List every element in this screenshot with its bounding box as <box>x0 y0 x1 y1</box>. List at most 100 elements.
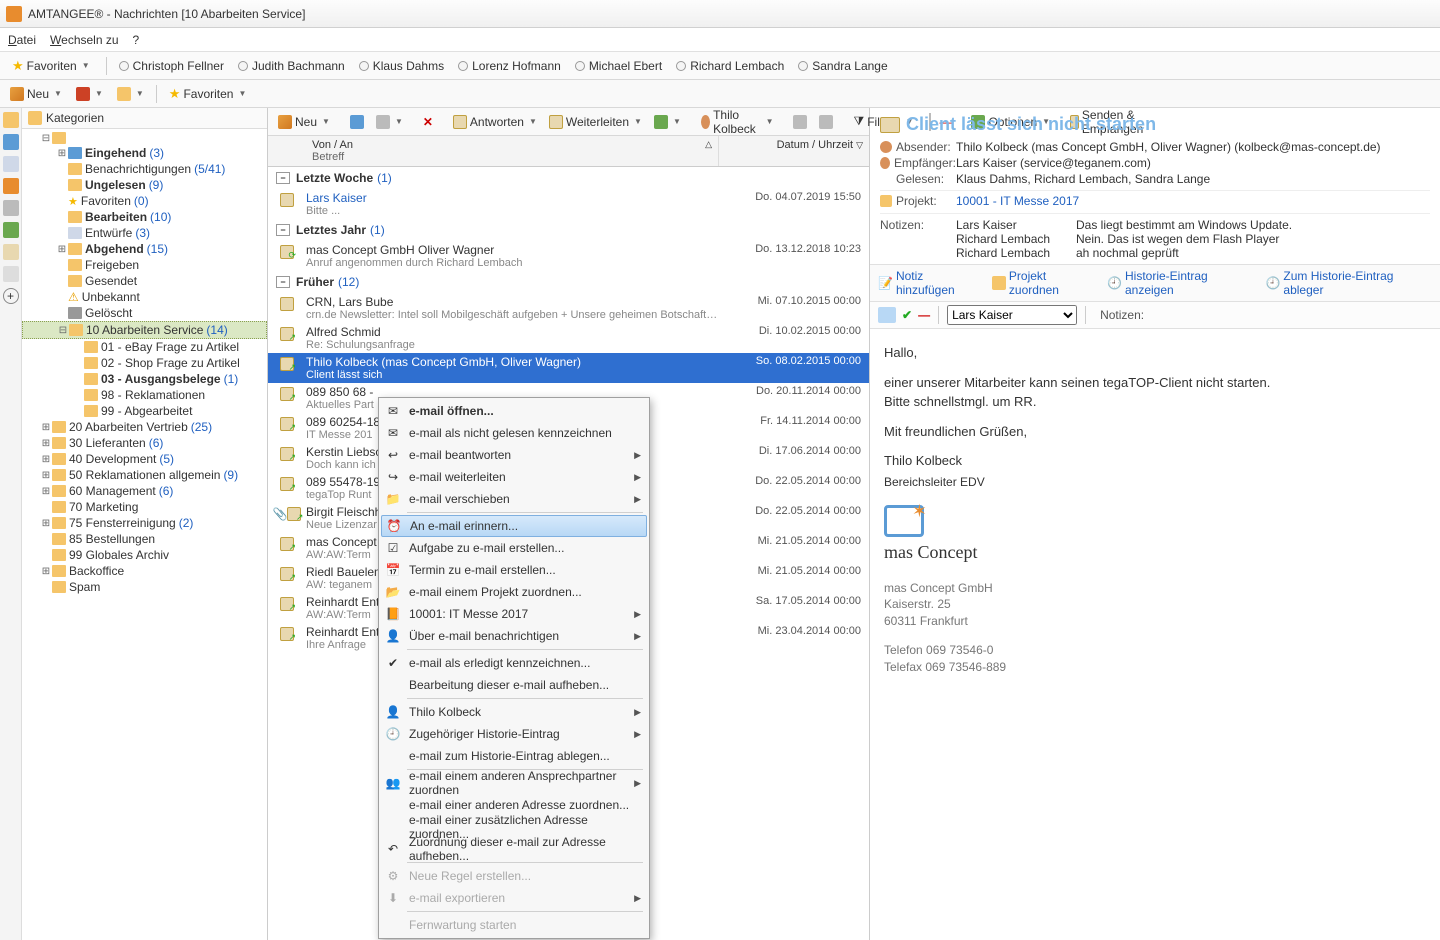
message-row[interactable]: CRN, Lars Bubecrn.de Newsletter: Intel s… <box>268 293 869 323</box>
rail-icon[interactable] <box>3 156 19 172</box>
message-row[interactable]: ↗Thilo Kolbeck (mas Concept GmbH, Oliver… <box>268 353 869 383</box>
favorite-person[interactable]: Christoph Fellner <box>119 59 224 73</box>
tree-node[interactable]: ⊞60 Management (6) <box>22 483 267 499</box>
tree-node[interactable]: ★Favoriten (0) <box>22 193 267 209</box>
tb-icon[interactable]: ▼ <box>372 113 407 131</box>
context-menu-item[interactable]: ✉e-mail öffnen... <box>381 400 647 422</box>
context-menu-item[interactable]: 🕘Zugehöriger Historie-Eintrag▶ <box>381 723 647 745</box>
projekt-zuordnen[interactable]: Projekt zuordnen <box>992 269 1097 297</box>
context-menu-item[interactable]: 👤Thilo Kolbeck▶ <box>381 701 647 723</box>
tb-btn-b[interactable]: ▼ <box>113 85 148 103</box>
list-group-header[interactable]: −Früher (12) <box>268 271 869 293</box>
context-menu-item[interactable]: 👥e-mail einem anderen Ansprechpartner zu… <box>381 772 647 794</box>
historie-ablegen[interactable]: 🕘Zum Historie-Eintrag ableger <box>1265 269 1432 297</box>
tree-node[interactable]: ⊞50 Reklamationen allgemein (9) <box>22 467 267 483</box>
rail-icon[interactable] <box>3 200 19 216</box>
tree-node[interactable]: ⊞Abgehend(15) <box>22 241 267 257</box>
tree-node[interactable]: ⊟10 Abarbeiten Service (14) <box>22 321 267 339</box>
tree-node[interactable]: 98 - Reklamationen <box>22 387 267 403</box>
assign-user-select[interactable]: Lars Kaiser <box>947 305 1077 325</box>
chip-icon[interactable] <box>878 307 896 323</box>
check-icon[interactable]: ✔ <box>902 308 912 322</box>
tree-node[interactable]: ⊞40 Development (5) <box>22 451 267 467</box>
tb-icon[interactable]: ▼ <box>650 113 685 131</box>
antworten-button[interactable]: Antworten▼ <box>449 113 541 131</box>
tree-node[interactable]: ⊟ <box>22 131 267 145</box>
tree-node[interactable]: 85 Bestellungen <box>22 531 267 547</box>
project-link[interactable]: 10001 - IT Messe 2017 <box>956 194 1079 208</box>
tree-node[interactable]: ⊞20 Abarbeiten Vertrieb (25) <box>22 419 267 435</box>
tree-node[interactable]: Bearbeiten(10) <box>22 209 267 225</box>
rail-icon[interactable] <box>3 178 19 194</box>
context-menu-item[interactable]: 📂e-mail einem Projekt zuordnen... <box>381 581 647 603</box>
tree-node[interactable]: Gelöscht <box>22 305 267 321</box>
context-menu-item[interactable]: 📁e-mail verschieben▶ <box>381 488 647 510</box>
list-group-header[interactable]: −Letztes Jahr (1) <box>268 219 869 241</box>
context-menu-item[interactable]: ✉e-mail als nicht gelesen kennzeichnen <box>381 422 647 444</box>
favorite-person[interactable]: Michael Ebert <box>575 59 662 73</box>
tree-node[interactable]: Freigeben <box>22 257 267 273</box>
neu-button[interactable]: Neu▼ <box>6 85 66 103</box>
list-neu-button[interactable]: Neu▼ <box>274 113 334 131</box>
list-group-header[interactable]: −Letzte Woche (1) <box>268 167 869 189</box>
col-from[interactable]: Von / An△Betreff <box>306 136 719 166</box>
add-icon[interactable]: + <box>3 288 19 304</box>
tree-node[interactable]: 99 - Abgearbeitet <box>22 403 267 419</box>
favoriten2-button[interactable]: ★Favoriten▼ <box>165 84 251 104</box>
tree-node[interactable]: Benachrichtigungen (5/41) <box>22 161 267 177</box>
favorite-person[interactable]: Klaus Dahms <box>359 59 444 73</box>
tree-node[interactable]: ⊞75 Fensterreinigung (2) <box>22 515 267 531</box>
context-menu-item[interactable]: ↶Zuordnung dieser e-mail zur Adresse auf… <box>381 838 647 860</box>
context-menu-item[interactable]: 📙10001: IT Messe 2017▶ <box>381 603 647 625</box>
tree-node[interactable]: 03 - Ausgangsbelege(1) <box>22 371 267 387</box>
context-menu-item[interactable]: ☑Aufgabe zu e-mail erstellen... <box>381 537 647 559</box>
favoriten-button[interactable]: ★Favoriten▼ <box>8 56 94 76</box>
tree-node[interactable]: ⊞30 Lieferanten (6) <box>22 435 267 451</box>
delete-button[interactable]: ✕ <box>419 113 437 131</box>
favorite-person[interactable]: Richard Lembach <box>676 59 784 73</box>
favorite-person[interactable]: Lorenz Hofmann <box>458 59 561 73</box>
favorite-person[interactable]: Judith Bachmann <box>238 59 345 73</box>
rail-icon[interactable] <box>3 222 19 238</box>
tree-node[interactable]: 99 Globales Archiv <box>22 547 267 563</box>
tree-node[interactable]: Entwürfe (3) <box>22 225 267 241</box>
rail-icon[interactable] <box>3 134 19 150</box>
tb-icon[interactable] <box>346 113 368 131</box>
rail-icon[interactable] <box>3 266 19 282</box>
weiterleiten-button[interactable]: Weiterleiten▼ <box>545 113 646 131</box>
tb-btn-a[interactable]: ▼ <box>72 85 107 103</box>
tree-node[interactable]: Spam <box>22 579 267 595</box>
minus-icon[interactable]: — <box>918 308 930 322</box>
tree-node[interactable]: Gesendet <box>22 273 267 289</box>
menu-help[interactable]: ? <box>133 33 140 47</box>
tree-node[interactable]: ⚠Unbekannt <box>22 289 267 305</box>
tree-node[interactable]: Ungelesen(9) <box>22 177 267 193</box>
tree-node[interactable]: 01 - eBay Frage zu Artikel <box>22 339 267 355</box>
message-row[interactable]: ↗Alfred SchmidRe: SchulungsanfrageDi. 10… <box>268 323 869 353</box>
context-menu-item[interactable]: Bearbeitung dieser e-mail aufheben... <box>381 674 647 696</box>
tree-node[interactable]: ⊞Eingehend(3) <box>22 145 267 161</box>
notiz-hinzufuegen[interactable]: 📝Notiz hinzufügen <box>878 269 982 297</box>
favorite-person[interactable]: Sandra Lange <box>798 59 887 73</box>
message-row[interactable]: ⟳mas Concept GmbH Oliver WagnerAnruf ang… <box>268 241 869 271</box>
tree-node[interactable]: 02 - Shop Frage zu Artikel <box>22 355 267 371</box>
user-dropdown[interactable]: Thilo Kolbeck▼ <box>697 106 778 138</box>
rail-icon[interactable] <box>3 112 19 128</box>
context-menu-item[interactable]: 👤Über e-mail benachrichtigen▶ <box>381 625 647 647</box>
menu-wechseln[interactable]: Wechseln zu <box>50 33 118 47</box>
tb-icon[interactable] <box>789 113 811 131</box>
tree-node[interactable]: ⊞Backoffice <box>22 563 267 579</box>
print-button[interactable] <box>815 113 837 131</box>
menu-datei[interactable]: Datei <box>8 33 36 47</box>
tree-node[interactable]: 70 Marketing <box>22 499 267 515</box>
context-menu-item[interactable]: ↩e-mail beantworten▶ <box>381 444 647 466</box>
historie-anzeigen[interactable]: 🕘Historie-Eintrag anzeigen <box>1107 269 1255 297</box>
context-menu-item[interactable]: e-mail zum Historie-Eintrag ablegen... <box>381 745 647 767</box>
context-menu-item[interactable]: 📅Termin zu e-mail erstellen... <box>381 559 647 581</box>
context-menu-item[interactable]: ⏰An e-mail erinnern... <box>381 515 647 537</box>
context-menu-item[interactable]: ✔e-mail als erledigt kennzeichnen... <box>381 652 647 674</box>
context-menu-item[interactable]: ↪e-mail weiterleiten▶ <box>381 466 647 488</box>
message-row[interactable]: Lars KaiserBitte ...Do. 04.07.2019 15:50 <box>268 189 869 219</box>
rail-icon[interactable] <box>3 244 19 260</box>
col-date[interactable]: Datum / Uhrzeit ▽ <box>719 136 869 166</box>
